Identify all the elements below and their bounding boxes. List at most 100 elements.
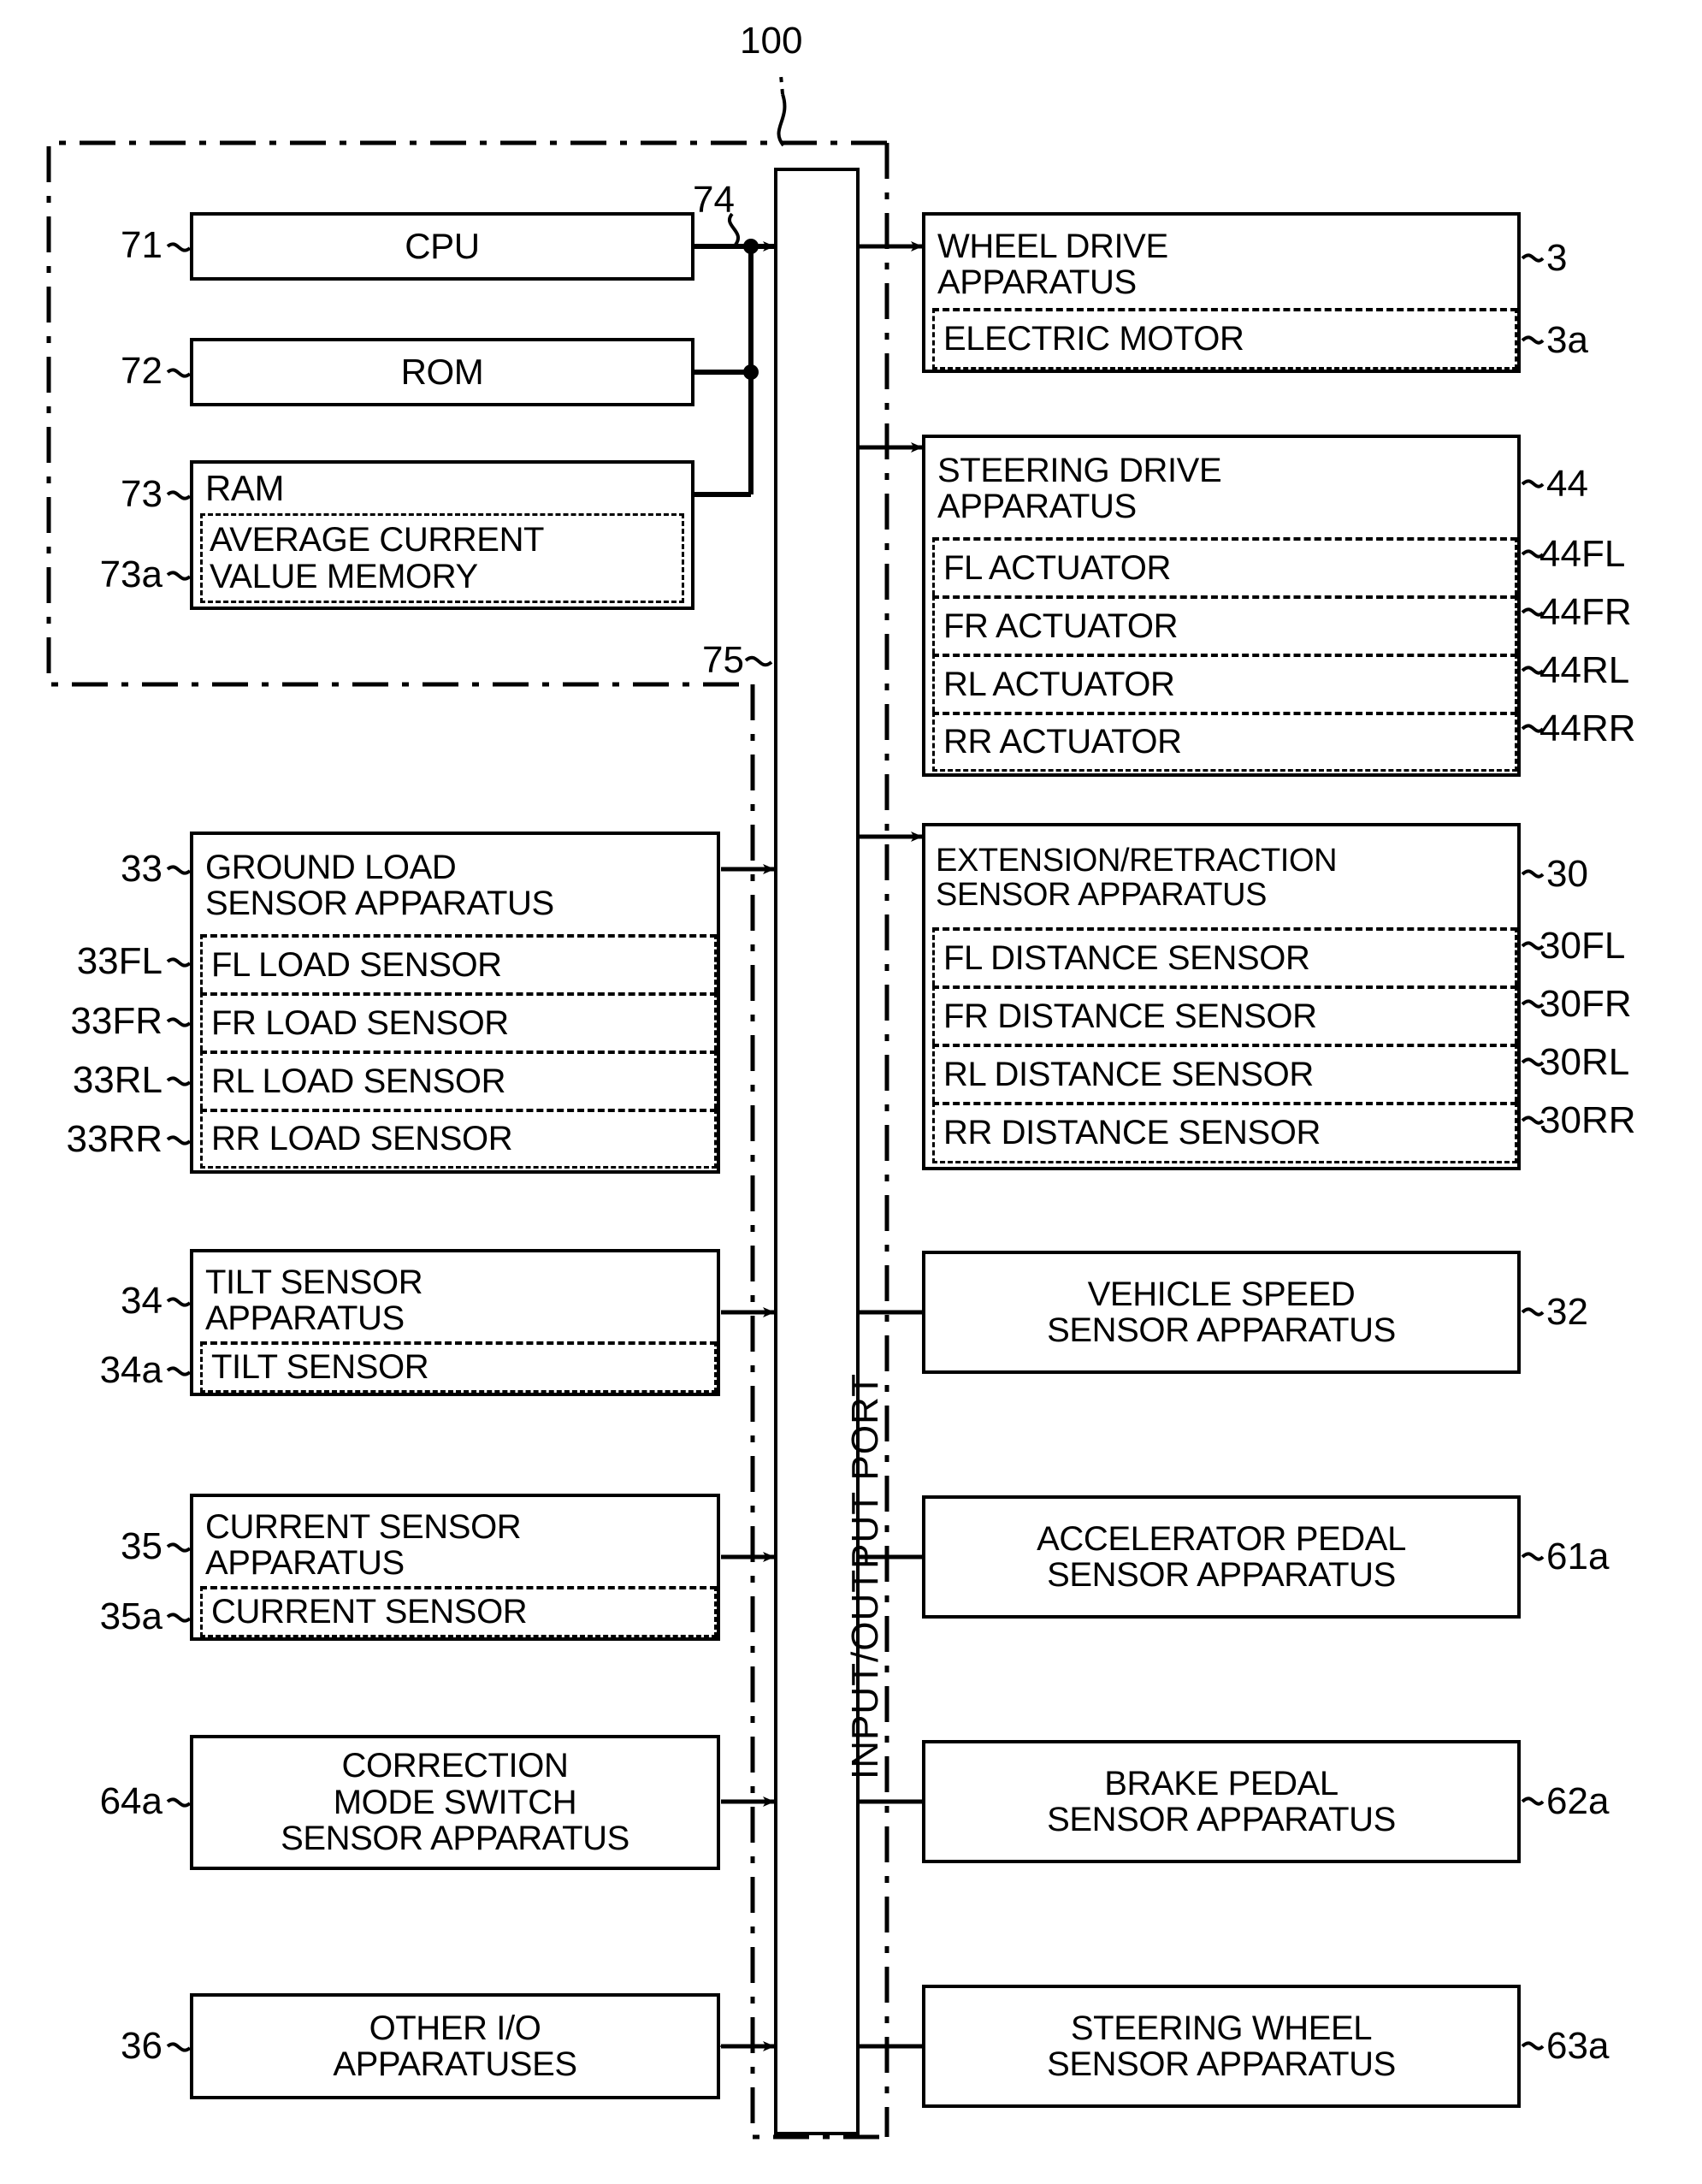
- electric-motor-label: ELECTRIC MOTOR: [943, 320, 1244, 358]
- rr-actuator-row: RR ACTUATOR: [932, 712, 1517, 772]
- ref-rl-actuator: 44RL: [1539, 649, 1630, 691]
- ref-vehicle-speed-sensor-apparatus: 32: [1546, 1291, 1588, 1333]
- ref-other-io-apparatuses: 36: [121, 2025, 163, 2067]
- ref-fl-actuator: 44FL: [1539, 533, 1626, 575]
- ref-steering-wheel-sensor-apparatus: 63a: [1546, 2025, 1610, 2067]
- current-sensor-apparatus-block: CURRENT SENSOR APPARATUS CURRENT SENSOR: [190, 1494, 720, 1641]
- rl-distance-sensor-row: RL DISTANCE SENSOR: [932, 1044, 1517, 1102]
- rl-actuator-label: RL ACTUATOR: [943, 665, 1175, 703]
- electric-motor-row: ELECTRIC MOTOR: [932, 308, 1517, 370]
- average-current-value-memory-block: AVERAGE CURRENT VALUE MEMORY: [200, 513, 684, 603]
- ref-accelerator-pedal-sensor-apparatus: 61a: [1546, 1536, 1610, 1577]
- accelerator-pedal-sensor-apparatus-block: ACCELERATOR PEDAL SENSOR APPARATUS: [922, 1495, 1521, 1619]
- ref-tilt-sensor: 34a: [99, 1349, 163, 1391]
- left-feed-lines: [710, 864, 775, 2051]
- current-sensor-label: CURRENT SENSOR: [211, 1593, 528, 1631]
- wheel-drive-apparatus-block: WHEEL DRIVE APPARATUS ELECTRIC MOTOR: [922, 212, 1521, 373]
- steering-drive-apparatus-block: STEERING DRIVE APPARATUS FL ACTUATOR FR …: [922, 435, 1521, 777]
- fr-distance-sensor-row: FR DISTANCE SENSOR: [932, 985, 1517, 1044]
- ref-steering-drive-apparatus: 44: [1546, 463, 1588, 505]
- current-sensor-row: CURRENT SENSOR: [200, 1586, 717, 1637]
- ref-io-port-75: 75: [702, 639, 744, 681]
- ref-rom: 72: [121, 350, 163, 392]
- steering-wheel-sensor-apparatus-label: STEERING WHEEL SENSOR APPARATUS: [1047, 2009, 1396, 2083]
- accelerator-pedal-sensor-apparatus-label: ACCELERATOR PEDAL SENSOR APPARATUS: [1037, 1519, 1406, 1594]
- bus-junction-dot: [743, 239, 759, 254]
- tilt-sensor-apparatus-block: TILT SENSOR APPARATUS TILT SENSOR: [190, 1249, 720, 1396]
- other-io-apparatuses-block: OTHER I/O APPARATUSES: [190, 1993, 720, 2099]
- fr-actuator-label: FR ACTUATOR: [943, 607, 1179, 645]
- ref-fl-load-sensor: 33FL: [76, 940, 163, 982]
- ref-fr-distance-sensor: 30FR: [1539, 983, 1632, 1025]
- tilt-sensor-row: TILT SENSOR: [200, 1341, 717, 1393]
- ref-ground-load-sensor-apparatus: 33: [121, 848, 163, 890]
- vehicle-speed-sensor-apparatus-label: VEHICLE SPEED SENSOR APPARATUS: [1047, 1275, 1396, 1349]
- fl-distance-sensor-row: FL DISTANCE SENSOR: [932, 927, 1517, 985]
- fr-distance-sensor-label: FR DISTANCE SENSOR: [943, 997, 1317, 1035]
- ref-current-sensor-apparatus: 35: [121, 1525, 163, 1567]
- fl-load-sensor-label: FL LOAD SENSOR: [211, 945, 502, 984]
- ref-ram: 73: [121, 473, 163, 515]
- ref-extension-retraction-sensor-apparatus: 30: [1546, 853, 1588, 895]
- wheel-drive-apparatus-label: WHEEL DRIVE APPARATUS: [937, 227, 1168, 301]
- correction-mode-switch-sensor-apparatus-label: CORRECTION MODE SWITCH SENSOR APPARATUS: [281, 1747, 629, 1858]
- ref-rr-distance-sensor: 30RR: [1539, 1099, 1636, 1141]
- ref-tilt-sensor-apparatus: 34: [121, 1280, 163, 1322]
- tilt-sensor-label: TILT SENSOR: [211, 1348, 429, 1387]
- input-output-port-label: INPUT/OUTPUT PORT: [844, 1373, 886, 1779]
- cpu-block: CPU: [190, 212, 694, 281]
- rl-load-sensor-label: RL LOAD SENSOR: [211, 1062, 506, 1100]
- rr-load-sensor-label: RR LOAD SENSOR: [211, 1120, 513, 1158]
- correction-mode-switch-sensor-apparatus-block: CORRECTION MODE SWITCH SENSOR APPARATUS: [190, 1735, 720, 1870]
- ref-wheel-drive-apparatus: 3: [1546, 237, 1568, 279]
- leader-100: [777, 93, 787, 147]
- fl-actuator-row: FL ACTUATOR: [932, 537, 1517, 595]
- tilt-sensor-apparatus-label: TILT SENSOR APPARATUS: [205, 1263, 423, 1337]
- cpu-label: CPU: [405, 225, 480, 266]
- fl-load-sensor-row: FL LOAD SENSOR: [200, 934, 717, 992]
- fl-distance-sensor-label: FL DISTANCE SENSOR: [943, 938, 1310, 977]
- ram-label: RAM: [205, 467, 285, 508]
- rom-label: ROM: [400, 351, 484, 392]
- steering-wheel-sensor-apparatus-block: STEERING WHEEL SENSOR APPARATUS: [922, 1985, 1521, 2108]
- ram-block: RAM AVERAGE CURRENT VALUE MEMORY: [190, 460, 694, 610]
- ref-fl-distance-sensor: 30FL: [1539, 925, 1626, 967]
- average-current-value-memory-label: AVERAGE CURRENT VALUE MEMORY: [210, 521, 545, 595]
- fr-load-sensor-row: FR LOAD SENSOR: [200, 992, 717, 1051]
- bus-junction-dot: [743, 364, 759, 380]
- rr-actuator-label: RR ACTUATOR: [943, 723, 1182, 761]
- ref-rl-load-sensor: 33RL: [72, 1059, 163, 1101]
- fr-load-sensor-label: FR LOAD SENSOR: [211, 1003, 509, 1042]
- extension-retraction-sensor-apparatus-block: EXTENSION/RETRACTION SENSOR APPARATUS FL…: [922, 823, 1521, 1170]
- ref-current-sensor: 35a: [99, 1595, 163, 1637]
- other-io-apparatuses-label: OTHER I/O APPARATUSES: [333, 2009, 577, 2083]
- ref-rr-actuator: 44RR: [1539, 707, 1636, 749]
- rl-distance-sensor-label: RL DISTANCE SENSOR: [943, 1055, 1314, 1093]
- brake-pedal-sensor-apparatus-label: BRAKE PEDAL SENSOR APPARATUS: [1047, 1764, 1396, 1838]
- ref-fr-actuator: 44FR: [1539, 591, 1632, 633]
- ref-correction-mode-switch-sensor-apparatus: 64a: [99, 1780, 163, 1822]
- ref-fr-load-sensor: 33FR: [70, 1000, 163, 1042]
- rr-distance-sensor-label: RR DISTANCE SENSOR: [943, 1114, 1321, 1152]
- input-output-port: INPUT/OUTPUT PORT: [774, 168, 886, 2135]
- ground-load-sensor-apparatus-label: GROUND LOAD SENSOR APPARATUS: [205, 848, 554, 922]
- ref-cpu: 71: [121, 224, 163, 266]
- ground-load-sensor-apparatus-block: GROUND LOAD SENSOR APPARATUS FL LOAD SEN…: [190, 832, 720, 1174]
- ref-electric-motor: 3a: [1546, 319, 1588, 361]
- ref-rr-load-sensor: 33RR: [66, 1118, 163, 1160]
- fl-actuator-label: FL ACTUATOR: [943, 548, 1172, 587]
- extension-retraction-sensor-apparatus-label: EXTENSION/RETRACTION SENSOR APPARATUS: [936, 842, 1338, 913]
- ref-average-current-value-memory: 73a: [99, 553, 163, 595]
- rr-distance-sensor-row: RR DISTANCE SENSOR: [932, 1102, 1517, 1163]
- vehicle-speed-sensor-apparatus-block: VEHICLE SPEED SENSOR APPARATUS: [922, 1251, 1521, 1374]
- rl-actuator-row: RL ACTUATOR: [932, 654, 1517, 712]
- ref-bus-74: 74: [693, 179, 735, 221]
- steering-drive-apparatus-label: STEERING DRIVE APPARATUS: [937, 451, 1222, 525]
- rom-block: ROM: [190, 338, 694, 406]
- rl-load-sensor-row: RL LOAD SENSOR: [200, 1051, 717, 1109]
- ref-system-100: 100: [740, 20, 803, 62]
- current-sensor-apparatus-label: CURRENT SENSOR APPARATUS: [205, 1507, 522, 1582]
- fr-actuator-row: FR ACTUATOR: [932, 595, 1517, 654]
- brake-pedal-sensor-apparatus-block: BRAKE PEDAL SENSOR APPARATUS: [922, 1740, 1521, 1863]
- ref-rl-distance-sensor: 30RL: [1539, 1041, 1630, 1083]
